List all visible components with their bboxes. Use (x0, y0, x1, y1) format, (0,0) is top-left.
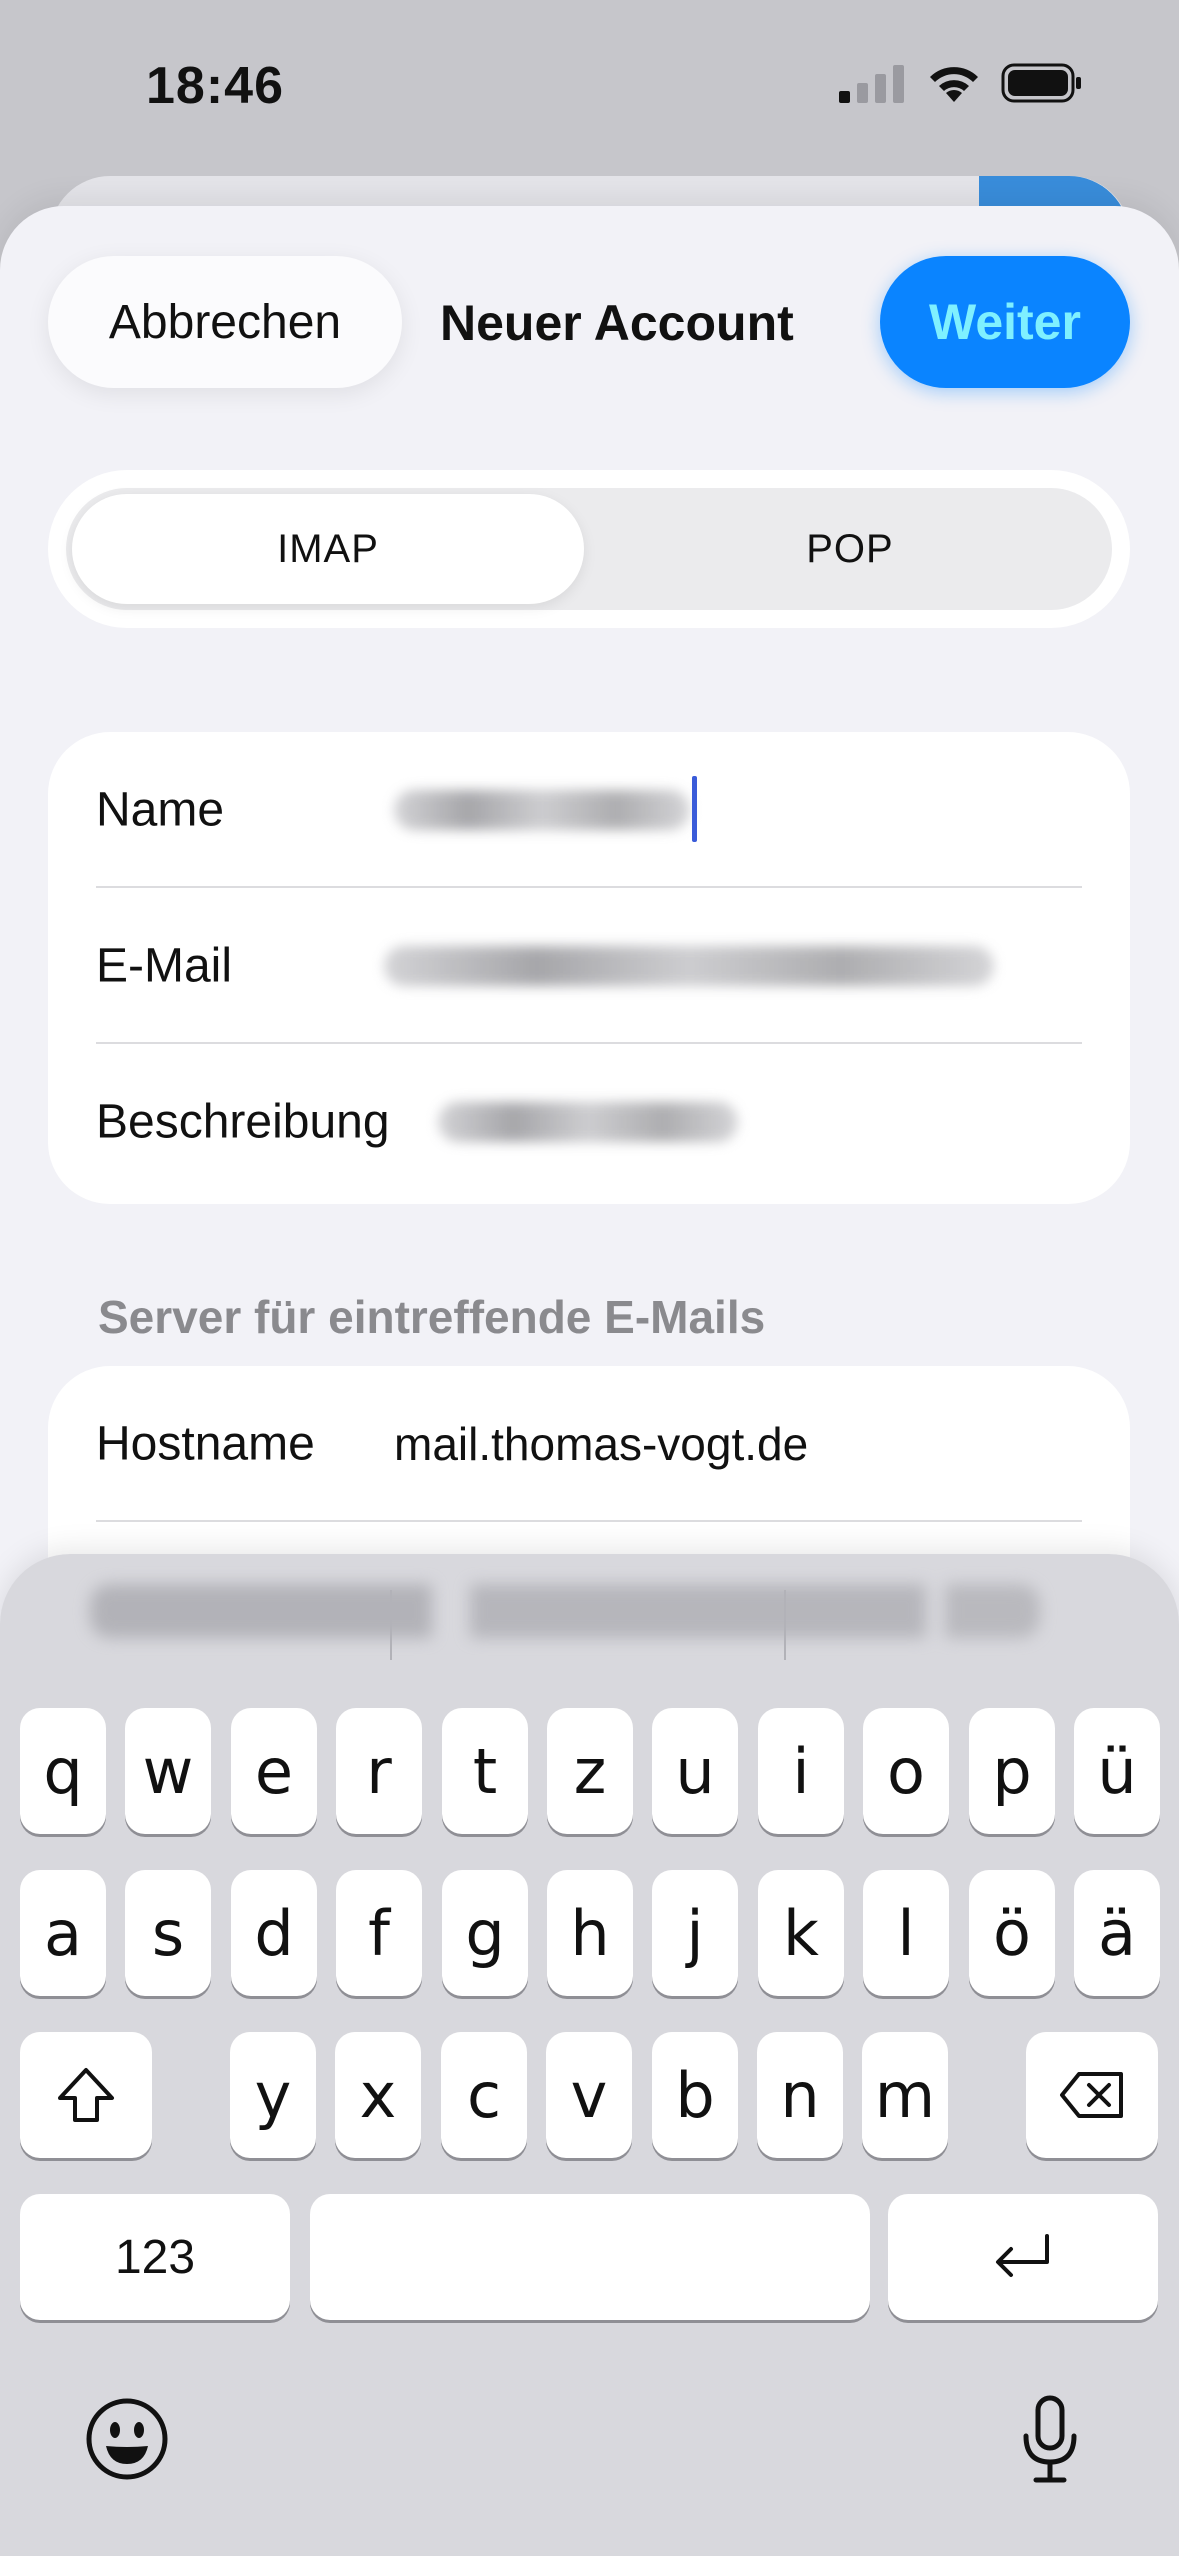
key-o[interactable]: o (863, 1708, 949, 1834)
numbers-key[interactable]: 123 (20, 2194, 290, 2320)
hostname-value[interactable]: mail.thomas-vogt.de (394, 1417, 808, 1471)
key-ü[interactable]: ü (1074, 1708, 1160, 1834)
suggestion-bar-blurred (90, 1584, 1040, 1638)
cancel-button[interactable]: Abbrechen (48, 256, 402, 388)
return-key[interactable] (888, 2194, 1158, 2320)
key-k[interactable]: k (758, 1870, 844, 1996)
segment-track: IMAP POP (66, 488, 1112, 610)
suggestion-divider (390, 1590, 392, 1660)
hostname-row[interactable]: Hostname mail.thomas-vogt.de (48, 1366, 1130, 1522)
key-c[interactable]: c (441, 2032, 527, 2158)
suggestion-divider (784, 1590, 786, 1660)
key-z[interactable]: z (547, 1708, 633, 1834)
hostname-label: Hostname (96, 1417, 315, 1471)
segment-pop[interactable]: POP (594, 494, 1106, 604)
key-ä[interactable]: ä (1074, 1870, 1160, 1996)
screen: 18:46 Abbrechen Neuer Account Weiter IMA… (0, 0, 1179, 2556)
name-label: Name (96, 783, 225, 837)
text-cursor (692, 776, 697, 842)
key-a[interactable]: a (20, 1870, 106, 1996)
key-r[interactable]: r (336, 1708, 422, 1834)
email-field-redacted[interactable] (384, 946, 994, 986)
shift-icon (58, 2068, 114, 2122)
space-key[interactable] (310, 2194, 870, 2320)
sheet-title: Neuer Account (440, 295, 794, 351)
key-t[interactable]: t (442, 1708, 528, 1834)
key-e[interactable]: e (231, 1708, 317, 1834)
key-f[interactable]: f (336, 1870, 422, 1996)
emoji-button[interactable] (82, 2394, 172, 2484)
wifi-icon (930, 67, 978, 102)
cellular-signal-icon (839, 65, 904, 103)
shift-key[interactable] (20, 2032, 152, 2158)
protocol-segmented-control: IMAP POP (48, 470, 1130, 628)
key-i[interactable]: i (758, 1708, 844, 1834)
keyboard: qwertzuiopü asdfghjklöä yxcvbnm 123 (0, 1554, 1179, 2556)
emoji-icon (86, 2398, 168, 2480)
key-x[interactable]: x (335, 2032, 421, 2158)
key-h[interactable]: h (547, 1870, 633, 1996)
key-p[interactable]: p (969, 1708, 1055, 1834)
key-w[interactable]: w (125, 1708, 211, 1834)
key-y[interactable]: y (230, 2032, 316, 2158)
email-row[interactable]: E-Mail (48, 888, 1130, 1044)
status-time: 18:46 (146, 57, 284, 115)
next-button[interactable]: Weiter (880, 256, 1130, 388)
dictation-button[interactable] (1010, 2392, 1090, 2488)
backspace-key[interactable] (1026, 2032, 1158, 2158)
account-info-group: Name E-Mail Beschreibung (48, 732, 1130, 1204)
key-j[interactable]: j (652, 1870, 738, 1996)
segment-imap[interactable]: IMAP (72, 494, 584, 604)
key-d[interactable]: d (231, 1870, 317, 1996)
backspace-icon (1060, 2072, 1123, 2118)
name-row[interactable]: Name (48, 732, 1130, 888)
status-icons (837, 62, 1083, 104)
description-label: Beschreibung (96, 1095, 390, 1149)
name-field-redacted[interactable] (394, 790, 690, 830)
key-b[interactable]: b (652, 2032, 738, 2158)
key-n[interactable]: n (757, 2032, 843, 2158)
key-g[interactable]: g (442, 1870, 528, 1996)
battery-icon (1001, 63, 1081, 103)
key-m[interactable]: m (862, 2032, 948, 2158)
microphone-icon (1023, 2395, 1077, 2483)
key-u[interactable]: u (652, 1708, 738, 1834)
incoming-server-header: Server für eintreffende E-Mails (98, 1291, 766, 1343)
row-separator (96, 1520, 1082, 1522)
key-v[interactable]: v (546, 2032, 632, 2158)
key-l[interactable]: l (863, 1870, 949, 1996)
key-s[interactable]: s (125, 1870, 211, 1996)
description-field-redacted[interactable] (438, 1102, 738, 1142)
description-row[interactable]: Beschreibung (48, 1044, 1130, 1200)
key-q[interactable]: q (20, 1708, 106, 1834)
email-label: E-Mail (96, 939, 233, 993)
key-ö[interactable]: ö (969, 1870, 1055, 1996)
return-icon (996, 2234, 1049, 2277)
